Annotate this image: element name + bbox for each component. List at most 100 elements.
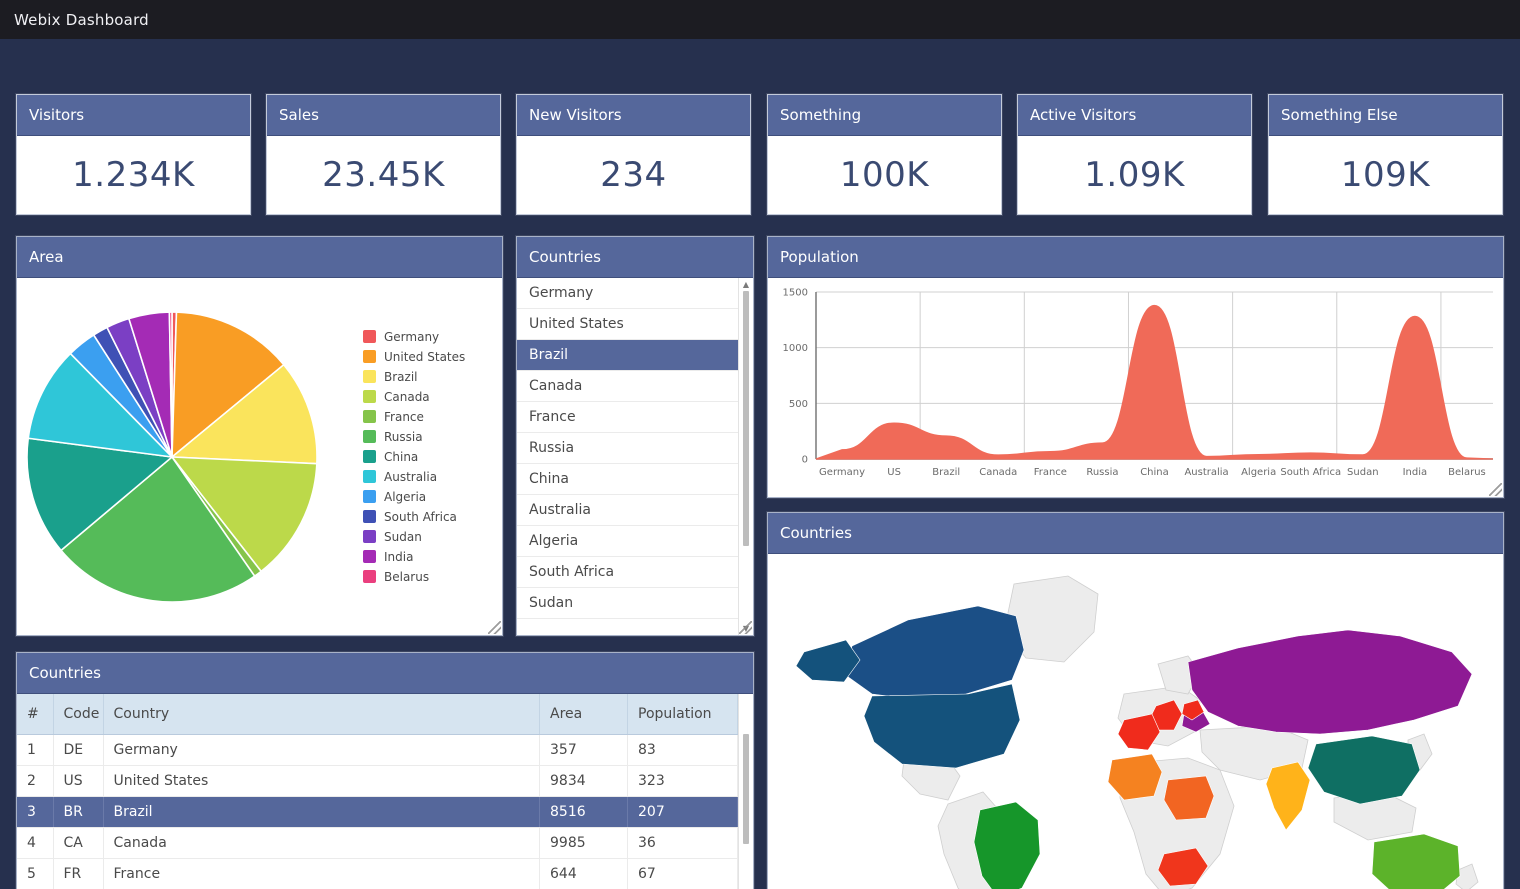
list-item[interactable]: Brazil [517,340,738,371]
table-column-header[interactable]: Code [53,694,104,735]
list-item[interactable]: Sudan [517,588,738,619]
table-row[interactable]: 5 FR France 644 67 [17,858,738,889]
kpi-title: Something [768,95,1001,136]
kpi-tile-new-visitors[interactable]: New Visitors 234 [516,94,751,215]
kpi-tile-visitors[interactable]: Visitors 1.234K [16,94,251,215]
chart-x-tick-label: Algeria [1241,467,1276,478]
row-country: France [103,858,540,889]
chart-x-tick-label: Australia [1184,467,1228,478]
chart-x-tick-label: Belarus [1448,467,1486,478]
list-item[interactable]: China [517,464,738,495]
legend-color-swatch [363,430,376,443]
legend-color-swatch [363,470,376,483]
row-country: Brazil [103,796,540,828]
map-panel-title: Countries [768,513,1503,554]
scrollbar-track[interactable] [741,734,751,889]
kpi-tile-something[interactable]: Something 100K [767,94,1002,215]
pie-legend-item[interactable]: Algeria [363,490,465,504]
row-country: United States [103,765,540,797]
row-area: 357 [539,734,628,766]
legend-label: China [384,449,419,464]
pie-legend-item[interactable]: China [363,450,465,464]
pie-legend-item[interactable]: India [363,550,465,564]
countries-list[interactable]: Germany United States Brazil Canada France Ru… [517,278,738,635]
list-item[interactable]: South Africa [517,557,738,588]
table-column-header[interactable]: Population [627,694,738,735]
list-item[interactable]: United States [517,309,738,340]
legend-color-swatch [363,410,376,423]
countries-datatable[interactable]: # Code Country Area Population 1 DE Germany 357… [17,694,738,889]
chart-x-tick-label: China [1140,467,1169,478]
table-row[interactable]: 4 CA Canada 9985 36 [17,827,738,859]
chart-area-series[interactable] [815,304,1494,460]
kpi-tile-sales[interactable]: Sales 23.45K [266,94,501,215]
chart-x-tick-label: France [1034,467,1067,478]
scrollbar-thumb[interactable] [743,291,749,546]
list-item[interactable]: Russia [517,433,738,464]
list-item[interactable]: Algeria [517,526,738,557]
legend-label: South Africa [384,509,457,524]
table-column-header[interactable]: # [17,694,54,735]
table-row[interactable]: 2 US United States 9834 323 [17,765,738,797]
list-item[interactable]: France [517,402,738,433]
list-scrollbar[interactable]: ▲ ▼ [738,278,753,635]
legend-label: Germany [384,329,440,344]
kpi-title: Something Else [1269,95,1502,136]
legend-color-swatch [363,390,376,403]
population-area-chart[interactable]: 0 500 1000 1500 Germany US Brazil Canada France R… [768,278,1503,495]
legend-label: Russia [384,429,423,444]
kpi-tile-active-visitors[interactable]: Active Visitors 1.09K [1017,94,1252,215]
row-code: CA [53,827,104,859]
row-country: Germany [103,734,540,766]
scroll-up-arrow-icon[interactable]: ▲ [739,278,753,291]
legend-label: Algeria [384,489,427,504]
resize-handle-icon[interactable] [488,621,501,634]
scrollbar-thumb[interactable] [743,734,749,844]
row-code: DE [53,734,104,766]
kpi-value: 234 [600,155,667,195]
pie-legend-item[interactable]: Russia [363,430,465,444]
legend-color-swatch [363,530,376,543]
list-item[interactable]: Germany [517,278,738,309]
table-row[interactable]: 1 DE Germany 357 83 [17,734,738,766]
list-item[interactable]: Australia [517,495,738,526]
scrollbar-track[interactable] [741,291,751,622]
pie-legend-item[interactable]: France [363,410,465,424]
legend-color-swatch [363,570,376,583]
kpi-tile-something-else[interactable]: Something Else 109K [1268,94,1503,215]
pie-legend-item[interactable]: Brazil [363,370,465,384]
legend-color-swatch [363,510,376,523]
countries-table-body: # Code Country Area Population 1 DE Germany 357… [17,694,753,889]
row-area: 644 [539,858,628,889]
pie-legend-item[interactable]: South Africa [363,510,465,524]
chart-x-tick-label: Brazil [932,467,960,478]
table-column-header[interactable]: Country [103,694,540,735]
pie-legend-item[interactable]: Sudan [363,530,465,544]
legend-color-swatch [363,450,376,463]
pie-legend-item[interactable]: Belarus [363,570,465,584]
chart-x-tick-label: Germany [819,467,865,478]
pie-chart-container: Germany United States Brazil Canada France Ru… [17,278,502,635]
row-index: 2 [17,765,54,797]
legend-label: United States [384,349,466,364]
kpi-value: 1.234K [72,155,195,195]
pie-legend-item[interactable]: Canada [363,390,465,404]
table-row[interactable]: 3 BR Brazil 8516 207 [17,796,738,828]
resize-handle-icon[interactable] [1489,483,1502,496]
map-country-canada [843,605,1025,701]
table-scrollbar[interactable]: ▼ [738,694,753,889]
world-map[interactable] [768,554,1503,889]
area-panel-body: Germany United States Brazil Canada France Ru… [17,278,502,635]
pie-legend-item[interactable]: Germany [363,330,465,344]
pie-chart[interactable] [17,287,357,627]
map-panel: Countries [767,512,1504,889]
pie-legend-item[interactable]: Australia [363,470,465,484]
pie-legend-item[interactable]: United States [363,350,465,364]
row-country: Canada [103,827,540,859]
window-title: Webix Dashboard [14,10,149,29]
table-column-header[interactable]: Area [539,694,628,735]
legend-label: Canada [384,389,430,404]
row-population: 36 [627,827,738,859]
list-item[interactable]: Canada [517,371,738,402]
resize-handle-icon[interactable] [739,621,752,634]
